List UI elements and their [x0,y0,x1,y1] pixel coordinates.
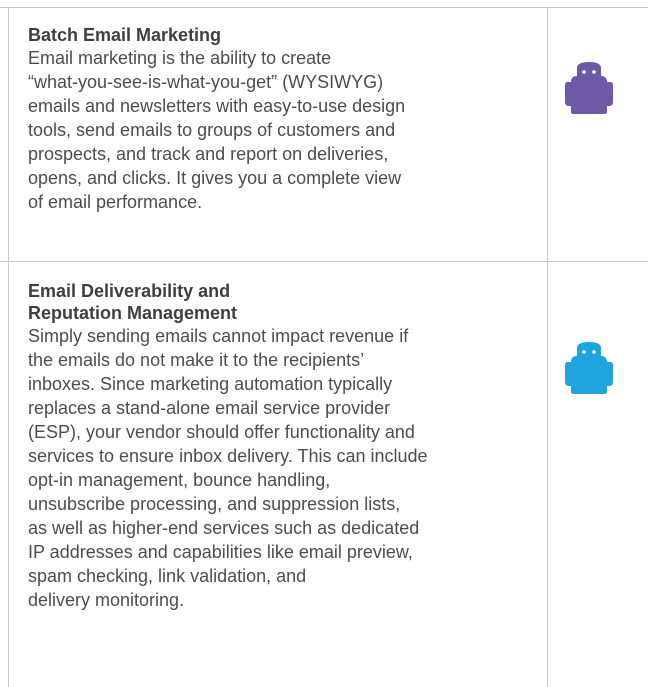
body-line: “what-you-see-is-what-you-get” (WYSIWYG) [28,72,384,92]
section-body: Simply sending emails cannot impact reve… [28,324,540,612]
body-line: (ESP), your vendor should offer function… [28,422,415,442]
body-line: prospects, and track and report on deliv… [28,144,389,164]
heading-line: Email Deliverability and [28,281,231,301]
body-line: unsubscribe processing, and suppression … [28,494,401,514]
body-line: as well as higher-end services such as d… [28,518,420,538]
body-line: Simply sending emails cannot impact reve… [28,326,409,346]
body-line: replaces a stand-alone email service pro… [28,398,391,418]
heading-line: Batch Email Marketing [28,25,222,45]
body-line: IP addresses and capabilities like email… [28,542,413,562]
body-line: inboxes. Since marketing automation typi… [28,374,393,394]
robot-body [565,342,613,394]
body-line: opens, and clicks. It gives you a comple… [28,168,402,188]
section-body: Email marketing is the ability to create… [28,46,540,214]
body-line: of email performance. [28,192,203,212]
description-cell: Email Deliverability and Reputation Mana… [28,280,540,612]
body-line: delivery monitoring. [28,590,185,610]
body-line: the emails do not make it to the recipie… [28,350,365,370]
blue-robot-icon [565,342,613,394]
body-line: spam checking, link validation, and [28,566,307,586]
heading-line: Reputation Management [28,303,238,323]
section-heading: Batch Email Marketing [28,24,540,46]
section-heading: Email Deliverability and Reputation Mana… [28,280,540,324]
description-cell: Batch Email Marketing Email marketing is… [28,24,540,214]
robot-body [565,62,613,114]
feature-table: Batch Email Marketing Email marketing is… [0,0,648,687]
body-line: Email marketing is the ability to create [28,48,332,68]
table-row-batch-email-marketing: Batch Email Marketing Email marketing is… [0,7,648,261]
body-line: opt-in management, bounce handling, [28,470,331,490]
body-line: emails and newsletters with easy-to-use … [28,96,406,116]
purple-robot-icon [565,62,613,114]
body-line: tools, send emails to groups of customer… [28,120,396,140]
table-row-email-deliverability: Email Deliverability and Reputation Mana… [0,261,648,687]
body-line: services to ensure inbox delivery. This … [28,446,428,466]
